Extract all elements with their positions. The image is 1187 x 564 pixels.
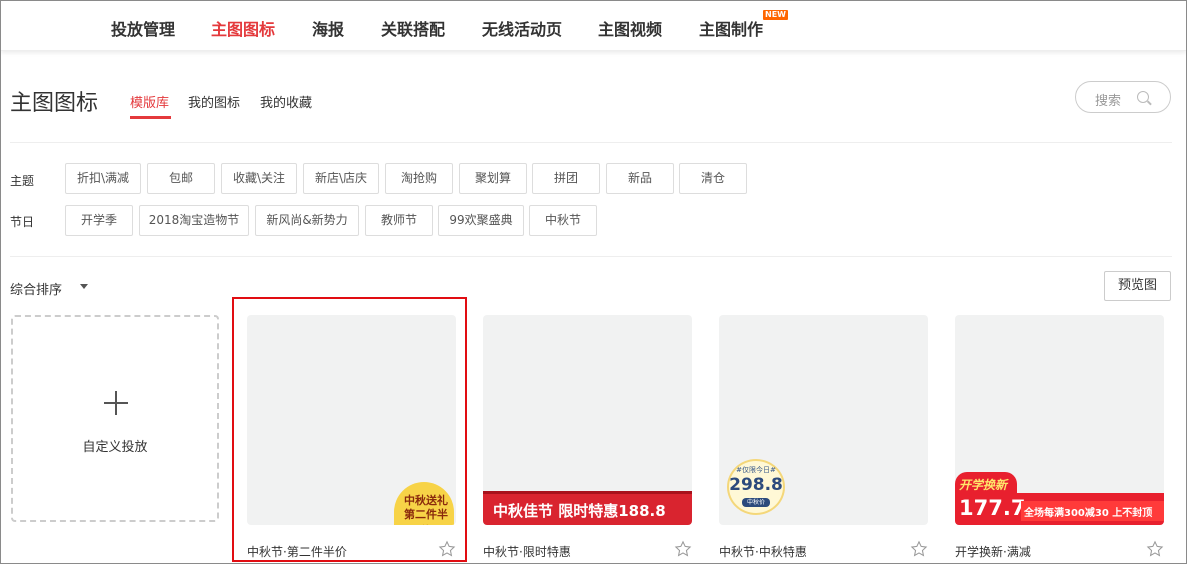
app-window: 投放管理 主图图标 海报 关联搭配 无线活动页 主图视频 主图制作 NEW 主图… bbox=[0, 0, 1187, 564]
chip-mid-autumn[interactable]: 中秋节 bbox=[529, 205, 597, 236]
chip-group-buy[interactable]: 拼团 bbox=[532, 163, 600, 194]
nav-item-wireless-page[interactable]: 无线活动页 bbox=[482, 16, 562, 40]
search-icon bbox=[1137, 91, 1149, 103]
nav-item-delivery-management[interactable]: 投放管理 bbox=[111, 16, 175, 40]
promo-strip: 全场每满300减30 上不封顶 bbox=[1021, 501, 1164, 521]
new-badge: NEW bbox=[763, 10, 788, 20]
search-input[interactable]: 搜索 bbox=[1075, 81, 1171, 113]
filter-label-theme: 主题 bbox=[10, 174, 35, 188]
chip-teachers-day[interactable]: 教师节 bbox=[365, 205, 433, 236]
nav-item-related-match[interactable]: 关联搭配 bbox=[381, 16, 445, 40]
promo-price: 177.7 bbox=[959, 496, 1026, 520]
template-title: 中秋节·限时特惠 bbox=[483, 545, 571, 559]
star-icon[interactable] bbox=[910, 540, 928, 558]
badge-text: 中秋价 bbox=[742, 498, 770, 507]
promo-text: 全场每满300减30 上不封顶 bbox=[1024, 508, 1153, 519]
chip-clearance[interactable]: 清仓 bbox=[679, 163, 747, 194]
price-badge: #仅限今日# 298.8 中秋价 bbox=[727, 459, 787, 515]
star-icon[interactable] bbox=[1146, 540, 1164, 558]
divider bbox=[10, 256, 1172, 257]
template-card[interactable]: 中秋佳节 限时特惠188.8 bbox=[483, 315, 692, 525]
sort-dropdown[interactable]: 综合排序 bbox=[10, 279, 62, 298]
chip-favorite-follow[interactable]: 收藏\关注 bbox=[221, 163, 297, 194]
template-title: 中秋节·中秋特惠 bbox=[719, 545, 807, 559]
promo-band: 177.7 全场每满300减30 上不封顶 bbox=[955, 493, 1164, 525]
custom-delivery-label: 自定义投放 bbox=[82, 440, 148, 455]
search-placeholder: 搜索 bbox=[1095, 94, 1122, 109]
promo-band: 中秋佳节 限时特惠188.8 bbox=[483, 491, 692, 525]
star-icon[interactable] bbox=[674, 540, 692, 558]
chevron-down-icon[interactable] bbox=[80, 284, 88, 289]
active-tab-underline bbox=[130, 116, 171, 119]
plus-icon bbox=[104, 402, 128, 404]
page-title: 主图图标 bbox=[10, 91, 99, 116]
chip-new-product[interactable]: 新品 bbox=[606, 163, 674, 194]
tab-my-favorites[interactable]: 我的收藏 bbox=[260, 92, 312, 111]
custom-delivery-card[interactable]: 自定义投放 bbox=[11, 315, 219, 522]
selection-highlight bbox=[232, 297, 467, 562]
chip-free-shipping[interactable]: 包邮 bbox=[147, 163, 215, 194]
chip-new-trend[interactable]: 新风尚&新势力 bbox=[255, 205, 359, 236]
promo-text: 中秋佳节 限时特惠188.8 bbox=[493, 502, 666, 520]
divider bbox=[10, 142, 1172, 143]
template-title: 开学换新·满减 bbox=[955, 545, 1031, 559]
chip-discount[interactable]: 折扣\满减 bbox=[65, 163, 141, 194]
chip-new-store[interactable]: 新店\店庆 bbox=[303, 163, 379, 194]
chip-back-to-school[interactable]: 开学季 bbox=[65, 205, 133, 236]
template-card[interactable]: #仅限今日# 298.8 中秋价 bbox=[719, 315, 928, 525]
nav-item-main-image-icon[interactable]: 主图图标 bbox=[211, 16, 275, 40]
badge-text: #仅限今日# bbox=[736, 466, 776, 474]
chip-99-festival[interactable]: 99欢聚盛典 bbox=[438, 205, 524, 236]
nav-item-main-image-make[interactable]: 主图制作 bbox=[699, 16, 763, 40]
chip-juhuasuan[interactable]: 聚划算 bbox=[459, 163, 527, 194]
filter-label-holiday: 节日 bbox=[10, 215, 35, 229]
preview-button[interactable]: 预览图 bbox=[1104, 271, 1171, 301]
badge-price: 298.8 bbox=[729, 475, 783, 495]
promo-text: 开学换新 bbox=[959, 478, 1008, 492]
tab-template-library[interactable]: 模版库 bbox=[130, 92, 169, 111]
chip-flash-sale[interactable]: 淘抢购 bbox=[385, 163, 453, 194]
template-card[interactable]: 开学换新 177.7 全场每满300减30 上不封顶 bbox=[955, 315, 1164, 525]
nav-item-main-video[interactable]: 主图视频 bbox=[598, 16, 662, 40]
nav-item-poster[interactable]: 海报 bbox=[312, 16, 344, 40]
top-nav: 投放管理 主图图标 海报 关联搭配 无线活动页 主图视频 主图制作 NEW bbox=[1, 1, 1186, 51]
chip-taobao-maker-festival[interactable]: 2018淘宝造物节 bbox=[139, 205, 249, 236]
tab-my-icons[interactable]: 我的图标 bbox=[188, 92, 240, 111]
